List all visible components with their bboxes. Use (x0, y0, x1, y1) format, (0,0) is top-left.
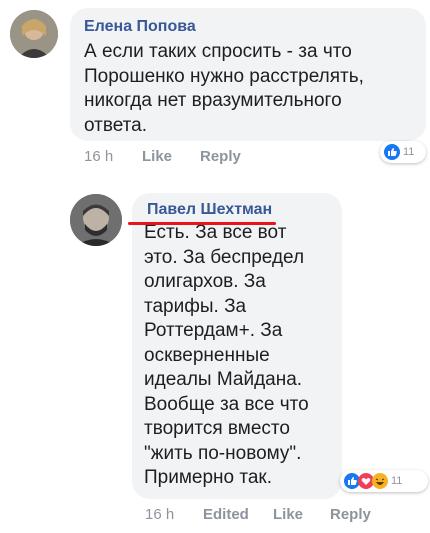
red-underline (128, 222, 276, 225)
comment-author[interactable]: Павел Шехтман (147, 200, 330, 220)
comment-line: Роттердам+. За (144, 320, 283, 341)
comment-actions: 16 h Like Reply (84, 148, 284, 168)
comment-line: оскверненные (144, 344, 270, 366)
like-button[interactable]: Like (273, 506, 303, 523)
reactions-summary[interactable]: 11 (340, 470, 428, 492)
comment-line: никогда нет вразумительного (84, 90, 342, 111)
haha-reaction-icon (372, 473, 388, 489)
reply-button[interactable]: Reply (330, 506, 371, 523)
comment-time[interactable]: 16 h (84, 148, 113, 165)
comment-line: идеалы Майдана. (144, 369, 303, 390)
comment-line: тарифы. За (144, 295, 247, 317)
comment-bubble: Павел Шехтман Есть. За все вот это. За б… (132, 193, 342, 499)
like-button[interactable]: Like (142, 148, 172, 165)
comment-line: Примерно так. (144, 467, 273, 488)
comment-line: ответа. (84, 114, 148, 136)
comment-text: А если таких спросить - за что Порошенко… (84, 40, 412, 138)
comment-time[interactable]: 16 h (145, 506, 174, 523)
like-reaction-icon (384, 144, 400, 160)
comment-line: Порошенко нужно расстрелять, (84, 65, 364, 87)
reactions-summary[interactable]: 11 (380, 141, 426, 163)
comment-line: "жить по-новому". (144, 442, 302, 464)
comment-line: олигархов. За (144, 271, 266, 292)
reaction-count: 11 (403, 146, 415, 158)
comment-line: Вообще за все что (144, 393, 309, 415)
comment-actions: 16 h Edited Like Reply (145, 506, 425, 526)
comment-bubble: Елена Попова А если таких спросить - за … (70, 8, 426, 141)
reaction-count: 11 (391, 475, 403, 487)
avatar[interactable] (10, 10, 58, 58)
reply-button[interactable]: Reply (200, 148, 241, 165)
comment-line: А если таких спросить - за что (84, 41, 352, 62)
avatar[interactable] (70, 194, 122, 246)
comment-text: Есть. За все вот это. За беспредел олига… (144, 221, 330, 491)
comment-author[interactable]: Елена Попова (84, 17, 412, 37)
edited-label[interactable]: Edited (203, 506, 249, 523)
comment-line: творится вместо (144, 418, 290, 439)
comment-line: это. За беспредел (144, 246, 305, 268)
